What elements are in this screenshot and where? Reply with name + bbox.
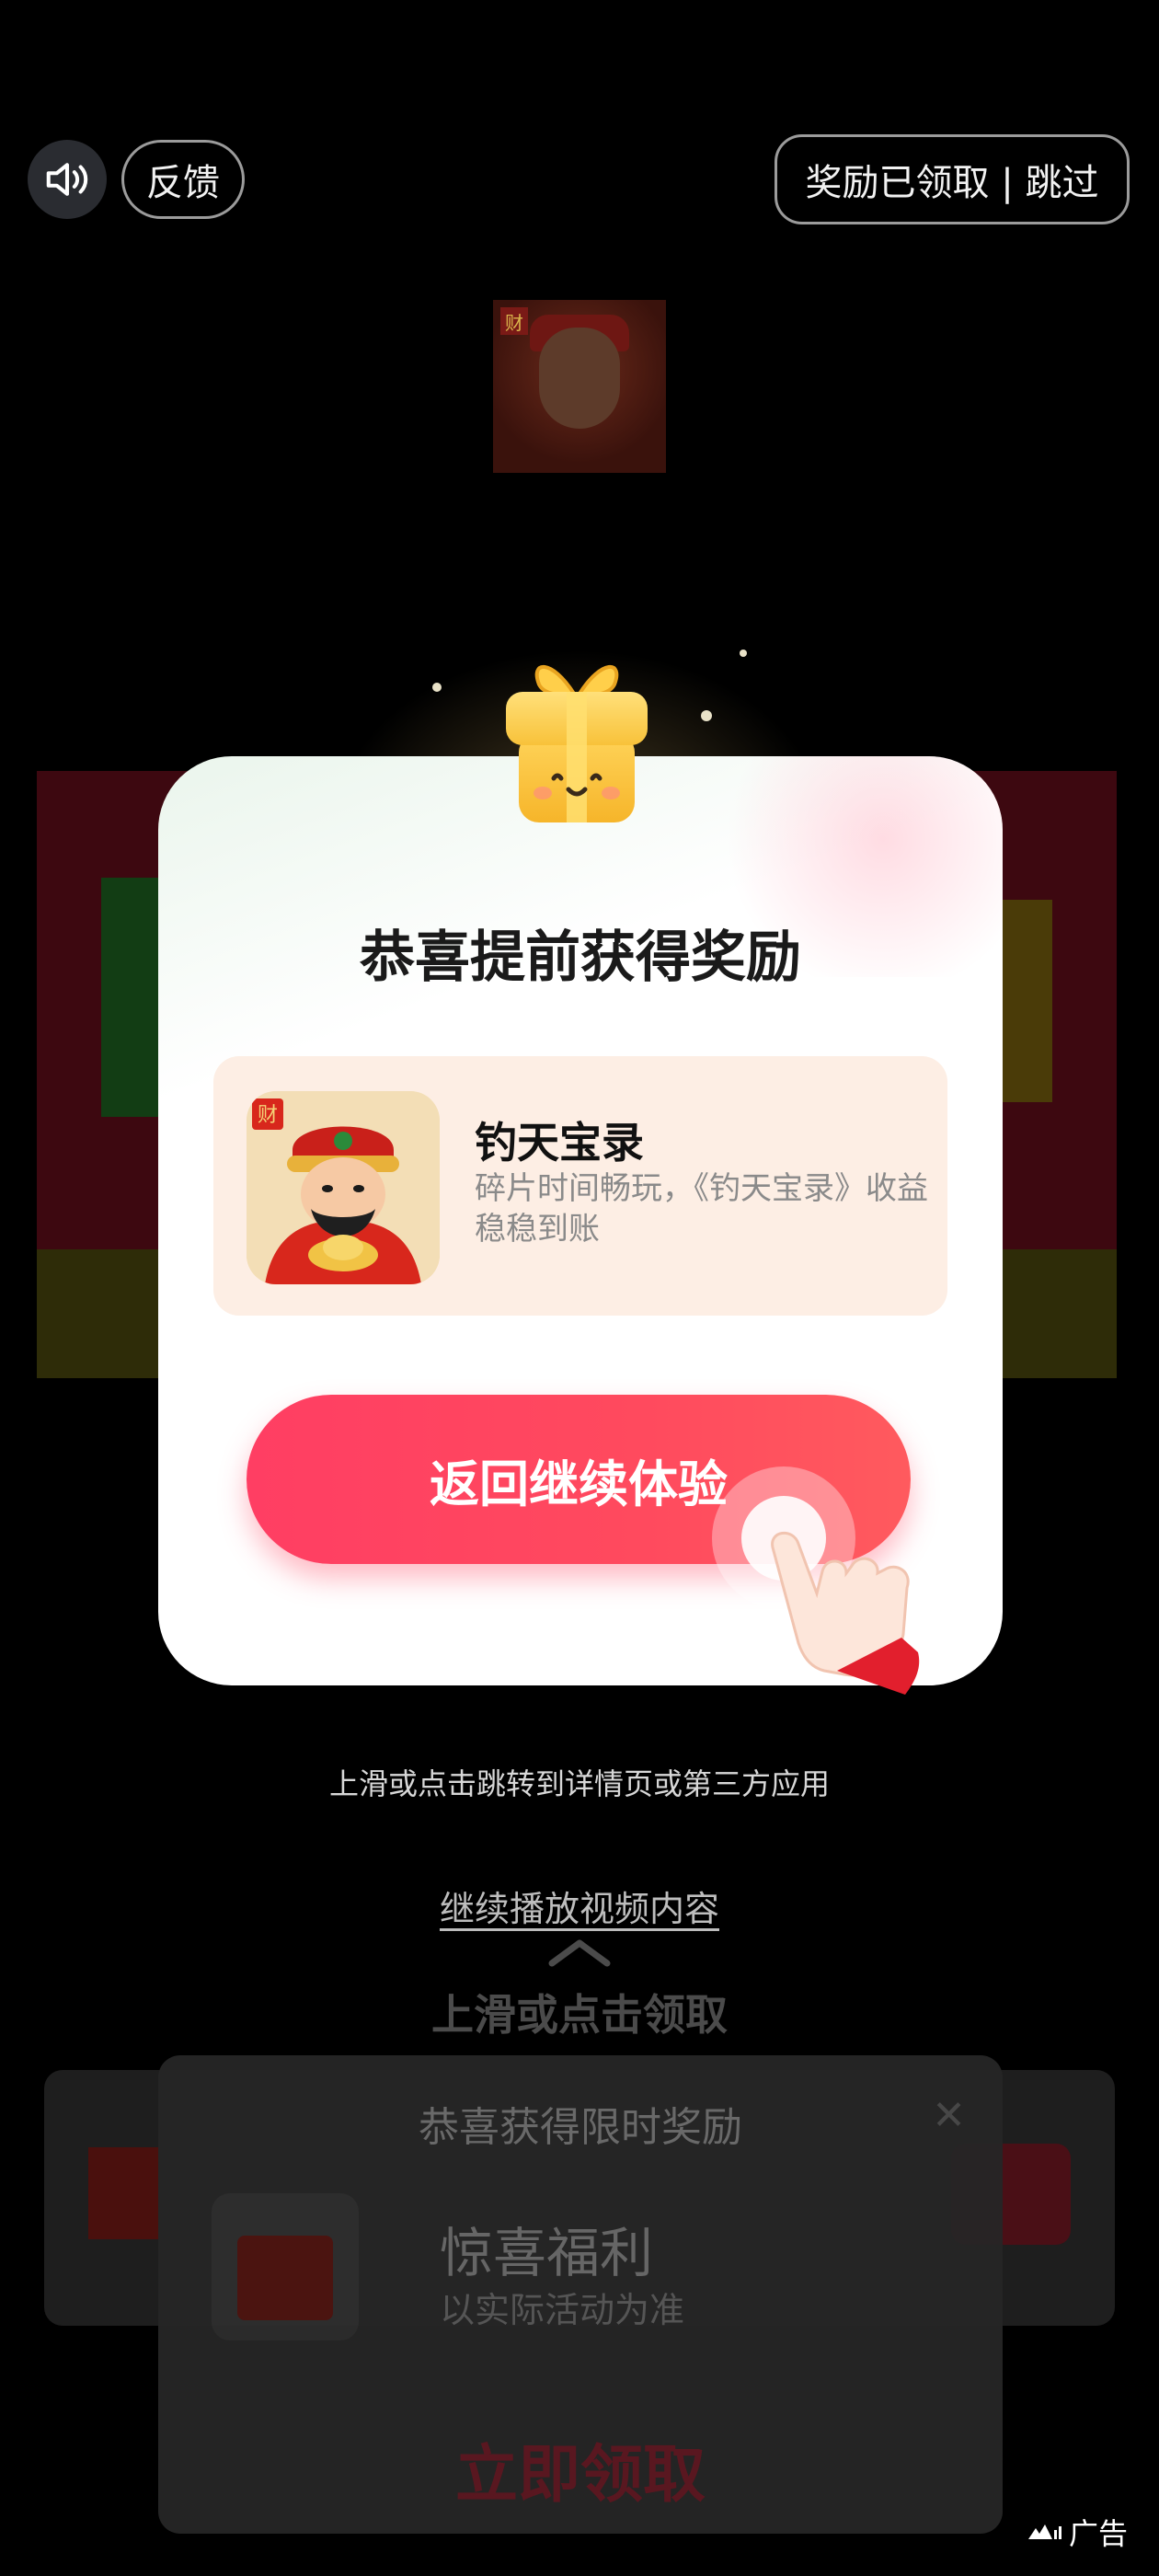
tap-hand-icon [712, 1466, 920, 1695]
background-popup-title: 恭喜获得限时奖励 [419, 2104, 742, 2151]
feedback-button[interactable]: 反馈 [121, 140, 245, 219]
video-thumbnail: 财 [493, 300, 666, 473]
modal-title: 恭喜提前获得奖励 [360, 926, 801, 990]
continue-video-link[interactable]: 继续播放视频内容 [0, 1880, 1159, 1931]
gift-box-mascot-icon [506, 665, 648, 822]
background-reward-popup: 恭喜获得限时奖励 ✕ 惊喜福利 以实际活动为准 立即领取 [158, 2055, 1003, 2534]
background-popup-item-name: 惊喜福利 [440, 2222, 654, 2284]
ad-badge: 广告 [1006, 2506, 1141, 2558]
sound-toggle-button[interactable] [28, 140, 107, 219]
background-popup-claim-button[interactable]: 立即领取 [158, 2423, 1003, 2514]
skip-button[interactable]: 奖励已领取 | 跳过 [775, 134, 1130, 224]
chevron-up-icon [548, 1939, 611, 1967]
app-icon-badge: 财 [258, 1104, 278, 1127]
speaker-icon [46, 163, 88, 196]
app-name: 钓天宝录 [475, 1118, 644, 1167]
swipe-up-hint[interactable]: 上滑或点击领取 [0, 1982, 1159, 2042]
sparkle [701, 710, 712, 721]
gift-box-icon [212, 2193, 359, 2340]
close-icon[interactable]: ✕ [932, 2092, 966, 2139]
ad-label-text: 广告 [1068, 2516, 1128, 2551]
ad-network-logo-icon [1027, 2524, 1061, 2539]
sparkle [432, 683, 442, 692]
video-thumbnail-badge: 财 [500, 307, 528, 335]
background-popup-item-subtitle: 以实际活动为准 [440, 2290, 685, 2330]
reward-screen: 财 反馈 奖励已领取 | 跳过 恭喜获得限时奖励 ✕ 惊喜福利 以实际活动为准 … [0, 0, 1159, 2576]
sparkle [740, 650, 747, 657]
redirect-hint: 上滑或点击跳转到详情页或第三方应用 [328, 1766, 830, 1801]
god-of-wealth-icon: 财 [247, 1091, 440, 1284]
app-card[interactable]: 财 钓天宝录 碎片时间畅玩，《钓天宝录》收益稳稳到账 [213, 1056, 947, 1316]
app-description: 碎片时间畅玩，《钓天宝录》收益稳稳到账 [475, 1170, 928, 1248]
